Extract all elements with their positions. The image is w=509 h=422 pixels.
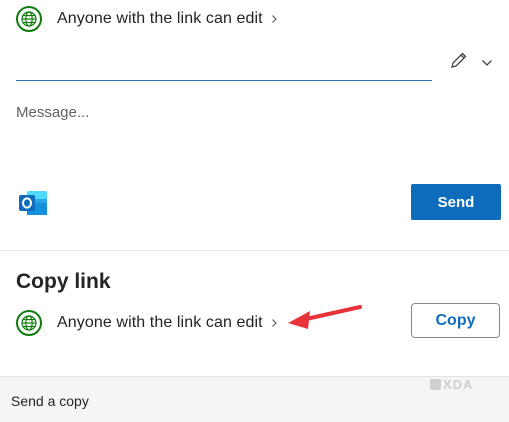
copy-link-permission-row[interactable]: Anyone with the link can edit <box>16 309 278 337</box>
pencil-icon <box>449 50 469 75</box>
globe-icon <box>16 310 42 336</box>
send-button[interactable]: Send <box>411 184 501 220</box>
edit-permission-dropdown[interactable] <box>449 50 493 75</box>
chevron-right-icon <box>271 14 278 24</box>
xda-logo-icon <box>430 379 441 390</box>
watermark-text: XDA <box>443 377 474 392</box>
share-permission-row[interactable]: Anyone with the link can edit <box>16 5 278 33</box>
copy-button[interactable]: Copy <box>411 303 500 338</box>
section-divider <box>0 250 509 251</box>
copy-link-heading: Copy link <box>16 270 111 293</box>
chevron-down-icon <box>481 54 493 72</box>
message-input[interactable] <box>16 104 486 164</box>
footer-bar: XDA Send a copy <box>0 376 509 422</box>
xda-watermark: XDA <box>430 377 473 392</box>
copy-link-permission-label: Anyone with the link can edit <box>57 314 263 331</box>
share-permission-label: Anyone with the link can edit <box>57 10 263 27</box>
globe-icon <box>16 6 42 32</box>
chevron-right-icon <box>271 318 278 328</box>
recipient-input[interactable] <box>16 46 432 81</box>
arrow-annotation <box>288 305 362 329</box>
send-a-copy-link[interactable]: Send a copy <box>11 393 89 409</box>
outlook-icon[interactable] <box>17 188 49 218</box>
